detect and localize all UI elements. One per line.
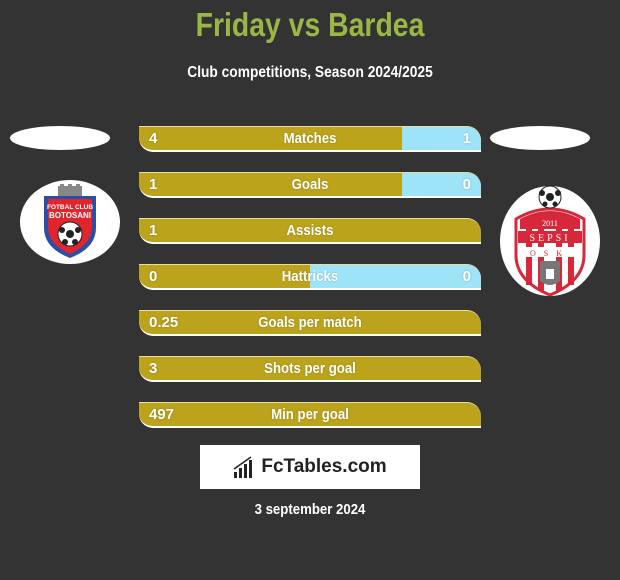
svg-text:BOTOSANI: BOTOSANI: [49, 211, 91, 220]
stat-label: Hattricks: [281, 268, 339, 285]
stat-row-goals-per-match: 0.25 Goals per match: [139, 310, 481, 336]
right-team-logo[interactable]: 2011 SEPSI OSK: [500, 185, 600, 297]
brand-name: FcTables.com: [261, 456, 387, 477]
stat-label: Goals: [291, 176, 329, 193]
left-team-value: 1: [149, 222, 158, 239]
stat-row-goals: 1 Goals 0: [139, 172, 481, 198]
right-team-oval: [490, 126, 590, 150]
stat-label: Assists: [286, 222, 334, 239]
stat-row-assists: 1 Assists: [139, 218, 481, 244]
page-title: Friday vs Bardea: [195, 6, 425, 43]
svg-text:SEPSI: SEPSI: [529, 233, 570, 244]
stat-row-matches: 4 Matches 1: [139, 126, 481, 152]
stat-label: Shots per goal: [264, 360, 356, 377]
stat-row-min-per-goal: 497 Min per goal: [139, 402, 481, 428]
competition-subtitle: Club competitions, Season 2024/2025: [187, 64, 433, 81]
bar-chart-icon: [233, 456, 253, 478]
svg-text:2011: 2011: [542, 219, 558, 228]
left-team-logo[interactable]: FOTBAL CLUB BOTOSANI: [20, 180, 120, 264]
right-team-value: 0: [462, 268, 471, 285]
stat-row-shots-per-goal: 3 Shots per goal: [139, 356, 481, 382]
sepsi-crest-icon: 2011 SEPSI OSK: [514, 185, 586, 297]
left-team-value: 1: [149, 176, 158, 193]
left-team-value: 4: [149, 130, 158, 147]
stat-row-hattricks: 0 Hattricks 0: [139, 264, 481, 290]
fctables-brand-button[interactable]: FcTables.com: [200, 445, 420, 489]
left-team-oval: [10, 126, 110, 150]
stat-label: Goals per match: [258, 314, 362, 331]
left-team-value: 0: [149, 268, 158, 285]
botosani-crest-icon: FOTBAL CLUB BOTOSANI: [44, 184, 96, 258]
right-team-value: 1: [462, 130, 471, 147]
svg-text:FOTBAL CLUB: FOTBAL CLUB: [47, 204, 93, 211]
svg-text:OSK: OSK: [530, 249, 570, 258]
left-team-value: 3: [149, 360, 158, 377]
right-team-value: 0: [462, 176, 471, 193]
stat-label: Matches: [283, 130, 337, 147]
match-date: 3 september 2024: [254, 501, 366, 518]
stat-label: Min per goal: [271, 406, 349, 423]
